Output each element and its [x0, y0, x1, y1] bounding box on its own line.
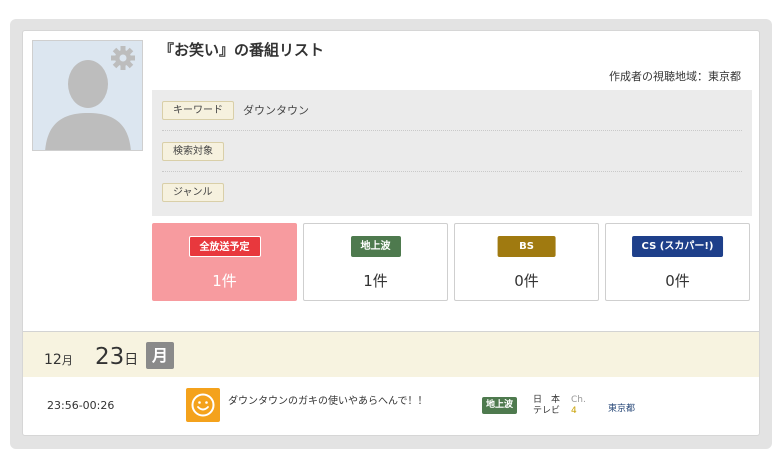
stat-label: BS: [497, 236, 556, 257]
creator-region: 作成者の視聴地域：東京都: [609, 70, 741, 83]
page-title: 『お笑い』の番組リスト: [159, 41, 325, 59]
date-weekday: 月: [146, 342, 174, 369]
stat-count: 0件: [514, 272, 539, 290]
broadcast-badge: 地上波: [482, 397, 518, 414]
condition-row-keyword: キーワード ダウンタウン: [162, 90, 742, 131]
condition-label: キーワード: [162, 101, 234, 120]
stat-count: 0件: [665, 272, 690, 290]
stat-tab-cs[interactable]: CS (スカパー!) 0件: [605, 223, 750, 301]
stat-count: 1件: [363, 272, 388, 290]
condition-label: ジャンル: [162, 183, 224, 202]
program-title-link[interactable]: ダウンタウンのガキの使いやあらへんで！！: [228, 392, 428, 407]
smiley-icon[interactable]: [186, 388, 220, 422]
condition-label: 検索対象: [162, 142, 224, 161]
gear-icon: [111, 46, 135, 70]
user-avatar[interactable]: [32, 40, 143, 151]
channel-number: Ch. 4: [571, 395, 586, 416]
date-month: 12月: [44, 352, 73, 368]
search-conditions: キーワード ダウンタウン 検索対象 ジャンル: [152, 90, 752, 216]
condition-row-target: 検索対象: [162, 131, 742, 172]
stat-label: 全放送予定: [188, 236, 261, 257]
date-header: 12月 23日 月: [23, 331, 759, 377]
condition-row-genre: ジャンル: [162, 172, 742, 213]
stat-tab-all[interactable]: 全放送予定 1件: [152, 223, 297, 301]
program-time: 23:56-00:26: [47, 399, 115, 412]
stat-tab-terrestrial[interactable]: 地上波 1件: [303, 223, 448, 301]
date-day: 23日: [95, 344, 139, 370]
station-name: 日 本 テレビ: [533, 395, 561, 416]
stat-label: 地上波: [350, 236, 401, 257]
program-area: 東京都: [608, 404, 636, 414]
condition-value: ダウンタウン: [243, 104, 309, 117]
stat-tab-bs[interactable]: BS 0件: [454, 223, 599, 301]
stat-label: CS (スカパー!): [631, 236, 724, 257]
stat-count: 1件: [212, 272, 237, 290]
program-list-card: 『お笑い』の番組リスト 作成者の視聴地域：東京都 キーワード ダウンタウン 検索…: [22, 30, 760, 436]
